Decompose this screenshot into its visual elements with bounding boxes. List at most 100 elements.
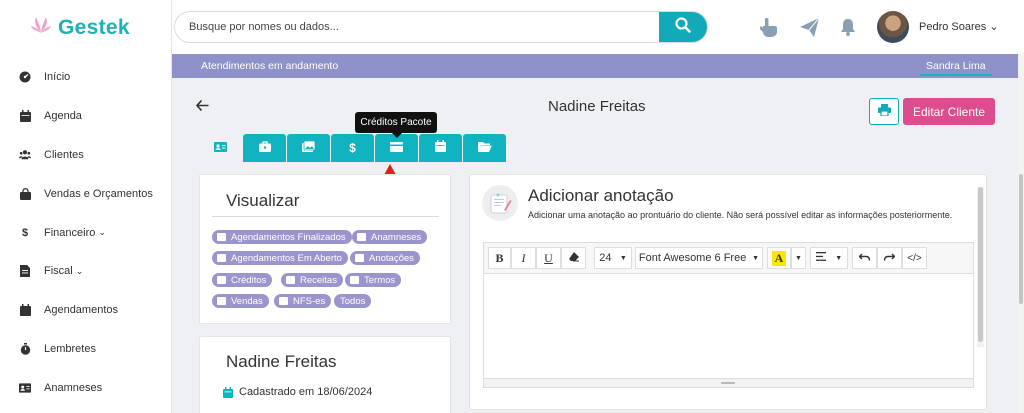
sidebar-item-label: Lembretes (44, 342, 96, 355)
notepad-icon (482, 185, 518, 221)
sidebar-item-financeiro[interactable]: $ Financeiro ⌄ (0, 213, 172, 252)
filter-label: Receitas (300, 274, 337, 286)
font-size-select[interactable]: 24 ▼ (594, 247, 632, 269)
filter-label: Anotações (369, 252, 414, 264)
filter-icon (357, 233, 366, 241)
search-input[interactable] (175, 12, 655, 42)
visualizar-card: Visualizar Agendamentos Finalizados Anam… (199, 174, 451, 324)
code-view-button[interactable]: </> (902, 247, 927, 269)
filter-agendamentos-em-aberto[interactable]: Agendamentos Em Aberto (212, 251, 348, 265)
sidebar-item-vendas[interactable]: Vendas e Orçamentos (0, 174, 172, 213)
sidebar-item-clientes[interactable]: Clientes (0, 136, 172, 175)
card-scrollbar-thumb[interactable] (978, 187, 983, 342)
search-button[interactable] (659, 12, 707, 42)
bell-icon[interactable] (837, 16, 859, 38)
note-textarea[interactable] (484, 274, 973, 378)
sidebar-item-anamneses[interactable]: Anamneses (0, 368, 172, 407)
eraser-icon (568, 251, 579, 265)
filter-agendamentos-finalizados[interactable]: Agendamentos Finalizados (212, 230, 352, 244)
logo[interactable]: Gestek (30, 14, 130, 41)
note-subtitle: Adicionar uma anotação ao prontuário do … (528, 210, 953, 220)
print-button[interactable] (869, 98, 899, 125)
hand-pointer-icon[interactable] (758, 16, 780, 38)
scrollbar-thumb[interactable] (1019, 174, 1023, 304)
filter-icon (355, 254, 364, 262)
user-menu[interactable]: Pedro Soares ⌄ (919, 20, 999, 33)
avatar[interactable] (877, 11, 909, 43)
paper-plane-icon[interactable] (798, 16, 820, 38)
sidebar-item-fiscal[interactable]: Fiscal ⌄ (0, 252, 172, 291)
id-card-icon (19, 382, 31, 394)
tab-package-credits[interactable] (375, 134, 418, 162)
back-arrow-icon[interactable] (195, 98, 209, 114)
page-scrollbar[interactable] (1018, 54, 1024, 413)
sidebar-item-inicio[interactable]: Início (0, 58, 172, 97)
sidebar-item-lembretes[interactable]: Lembretes (0, 330, 172, 369)
credit-card-icon (390, 139, 403, 157)
tab-client-data[interactable] (199, 134, 242, 162)
filter-label: Agendamentos Finalizados (231, 231, 346, 243)
search-icon (675, 16, 691, 38)
filter-icon (217, 233, 226, 241)
images-icon (302, 139, 316, 157)
topbar: Pedro Soares ⌄ (172, 0, 1024, 54)
sidebar-item-agenda[interactable]: Agenda (0, 97, 172, 136)
text-color-dropdown[interactable]: ▼ (791, 247, 806, 269)
sidebar-nav: Início Agenda Clientes Vendas e Orçament… (0, 58, 172, 407)
filter-label: Créditos (231, 274, 267, 286)
filter-receitas[interactable]: Receitas (281, 273, 343, 287)
printer-icon (877, 103, 891, 121)
tab-files[interactable] (463, 134, 506, 162)
align-left-icon (815, 252, 826, 264)
filter-creditos[interactable]: Créditos (212, 273, 273, 287)
chevron-down-icon: ⌄ (75, 265, 84, 276)
visualizar-title: Visualizar (226, 191, 300, 210)
caret-down-icon: ▼ (835, 254, 843, 262)
calendar-icon (19, 110, 31, 123)
sidebar-item-agendamentos[interactable]: Agendamentos (0, 291, 172, 330)
filter-label: Anamneses (371, 231, 422, 243)
italic-button[interactable]: I (511, 247, 536, 269)
editor-resize-handle[interactable] (484, 378, 973, 387)
redo-button[interactable] (877, 247, 902, 269)
calendar-icon (223, 386, 233, 398)
filter-nfs-es[interactable]: NFS-es (274, 294, 332, 308)
filter-icon (286, 276, 295, 284)
underline-button[interactable]: U (536, 247, 561, 269)
filter-vendas[interactable]: Vendas (212, 294, 269, 308)
edit-client-button[interactable]: Editar Cliente (903, 98, 995, 125)
filter-todos[interactable]: Todos (334, 294, 372, 308)
strip-user-tab[interactable]: Sandra Lima (920, 60, 992, 76)
filter-termos[interactable]: Termos (345, 273, 402, 287)
text-color-button[interactable]: A (767, 247, 791, 269)
paragraph-align-select[interactable]: ▼ (810, 247, 848, 269)
sidebar-item-label: Fiscal (44, 265, 73, 278)
filter-anotacoes[interactable]: Anotações (350, 251, 420, 265)
eraser-button[interactable] (561, 247, 586, 269)
tab-appointments[interactable] (419, 134, 462, 162)
filter-icon (217, 254, 226, 262)
filter-anamneses[interactable]: Anamneses (352, 230, 428, 244)
bold-button[interactable]: B (488, 247, 511, 269)
undo-icon (858, 252, 871, 264)
calendar-icon (435, 139, 446, 157)
font-family-select[interactable]: Font Awesome 6 Free ▼ (635, 247, 763, 269)
stopwatch-icon (19, 342, 31, 355)
editor-toolbar: B I U 24 ▼ Font Awesome 6 Free ▼ A ▼ ▼ <… (484, 243, 973, 274)
undo-button[interactable] (852, 247, 877, 269)
font-size-value: 24 (599, 252, 612, 264)
tab-briefcase[interactable] (243, 134, 286, 162)
client-name: Nadine Freitas (226, 352, 337, 371)
resize-grip-icon (721, 382, 735, 384)
sidebar-item-label: Anamneses (44, 381, 103, 394)
redo-icon (883, 252, 896, 264)
card-scrollbar[interactable] (977, 187, 984, 347)
tab-financial[interactable]: $ (331, 134, 374, 162)
tab-images[interactable] (287, 134, 330, 162)
receipt-icon (19, 265, 31, 278)
filter-icon (279, 297, 288, 305)
font-family-value: Font Awesome 6 Free (638, 252, 747, 264)
strip-title: Atendimentos em andamento (201, 60, 339, 72)
dashboard-icon (19, 71, 31, 83)
caret-down-icon: ▼ (752, 254, 760, 262)
